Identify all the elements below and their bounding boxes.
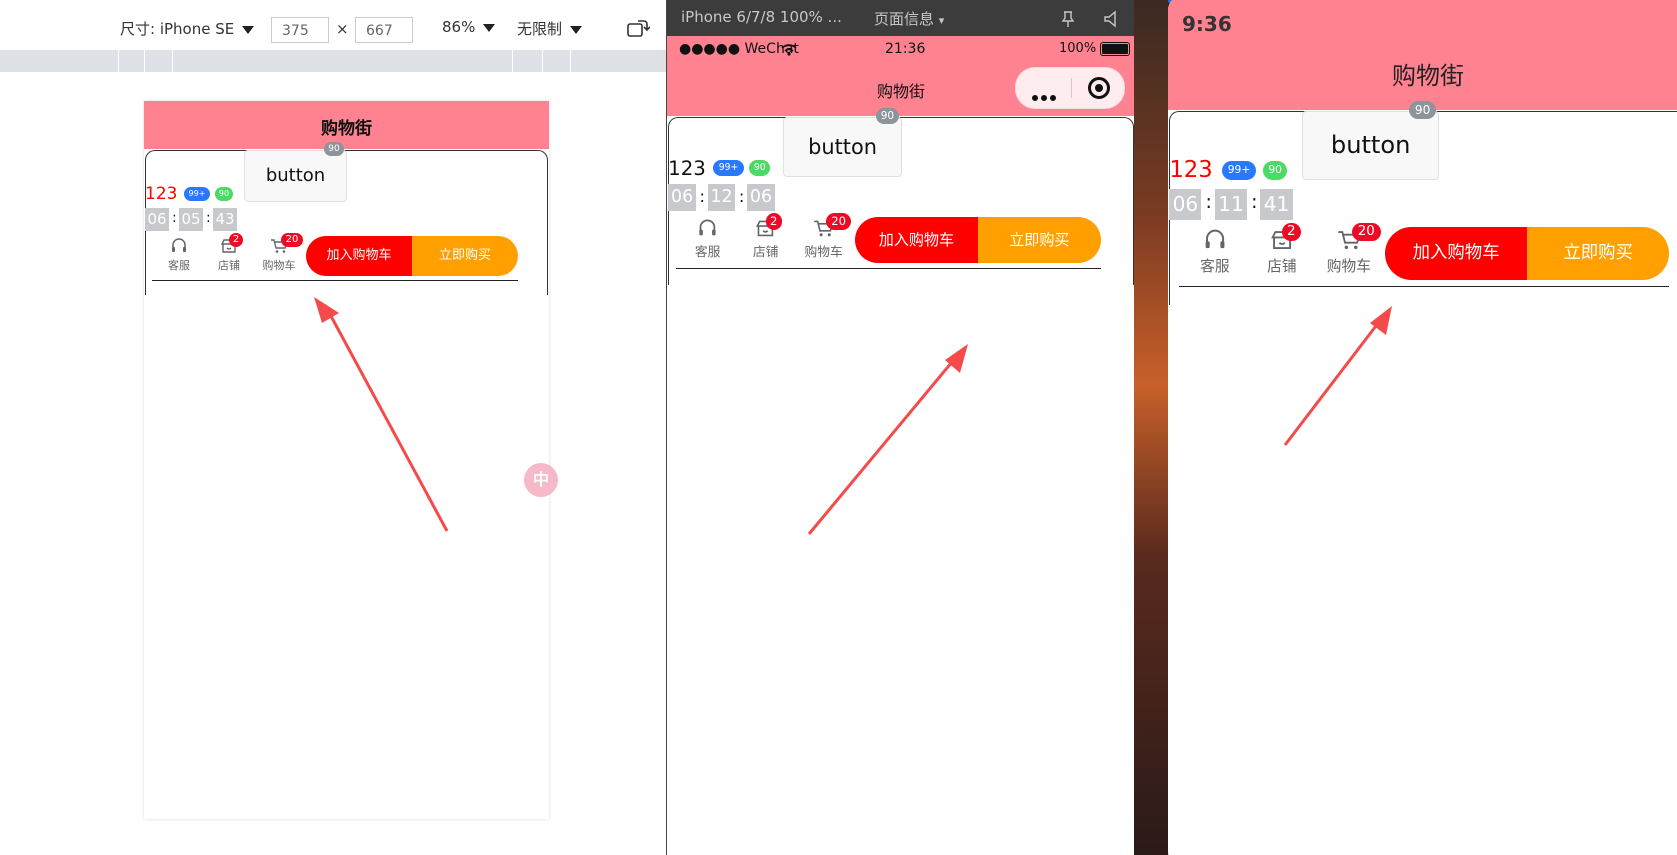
arrow-head	[314, 297, 339, 323]
annotation-arrows	[314, 297, 1392, 535]
arrow-head	[945, 344, 968, 373]
